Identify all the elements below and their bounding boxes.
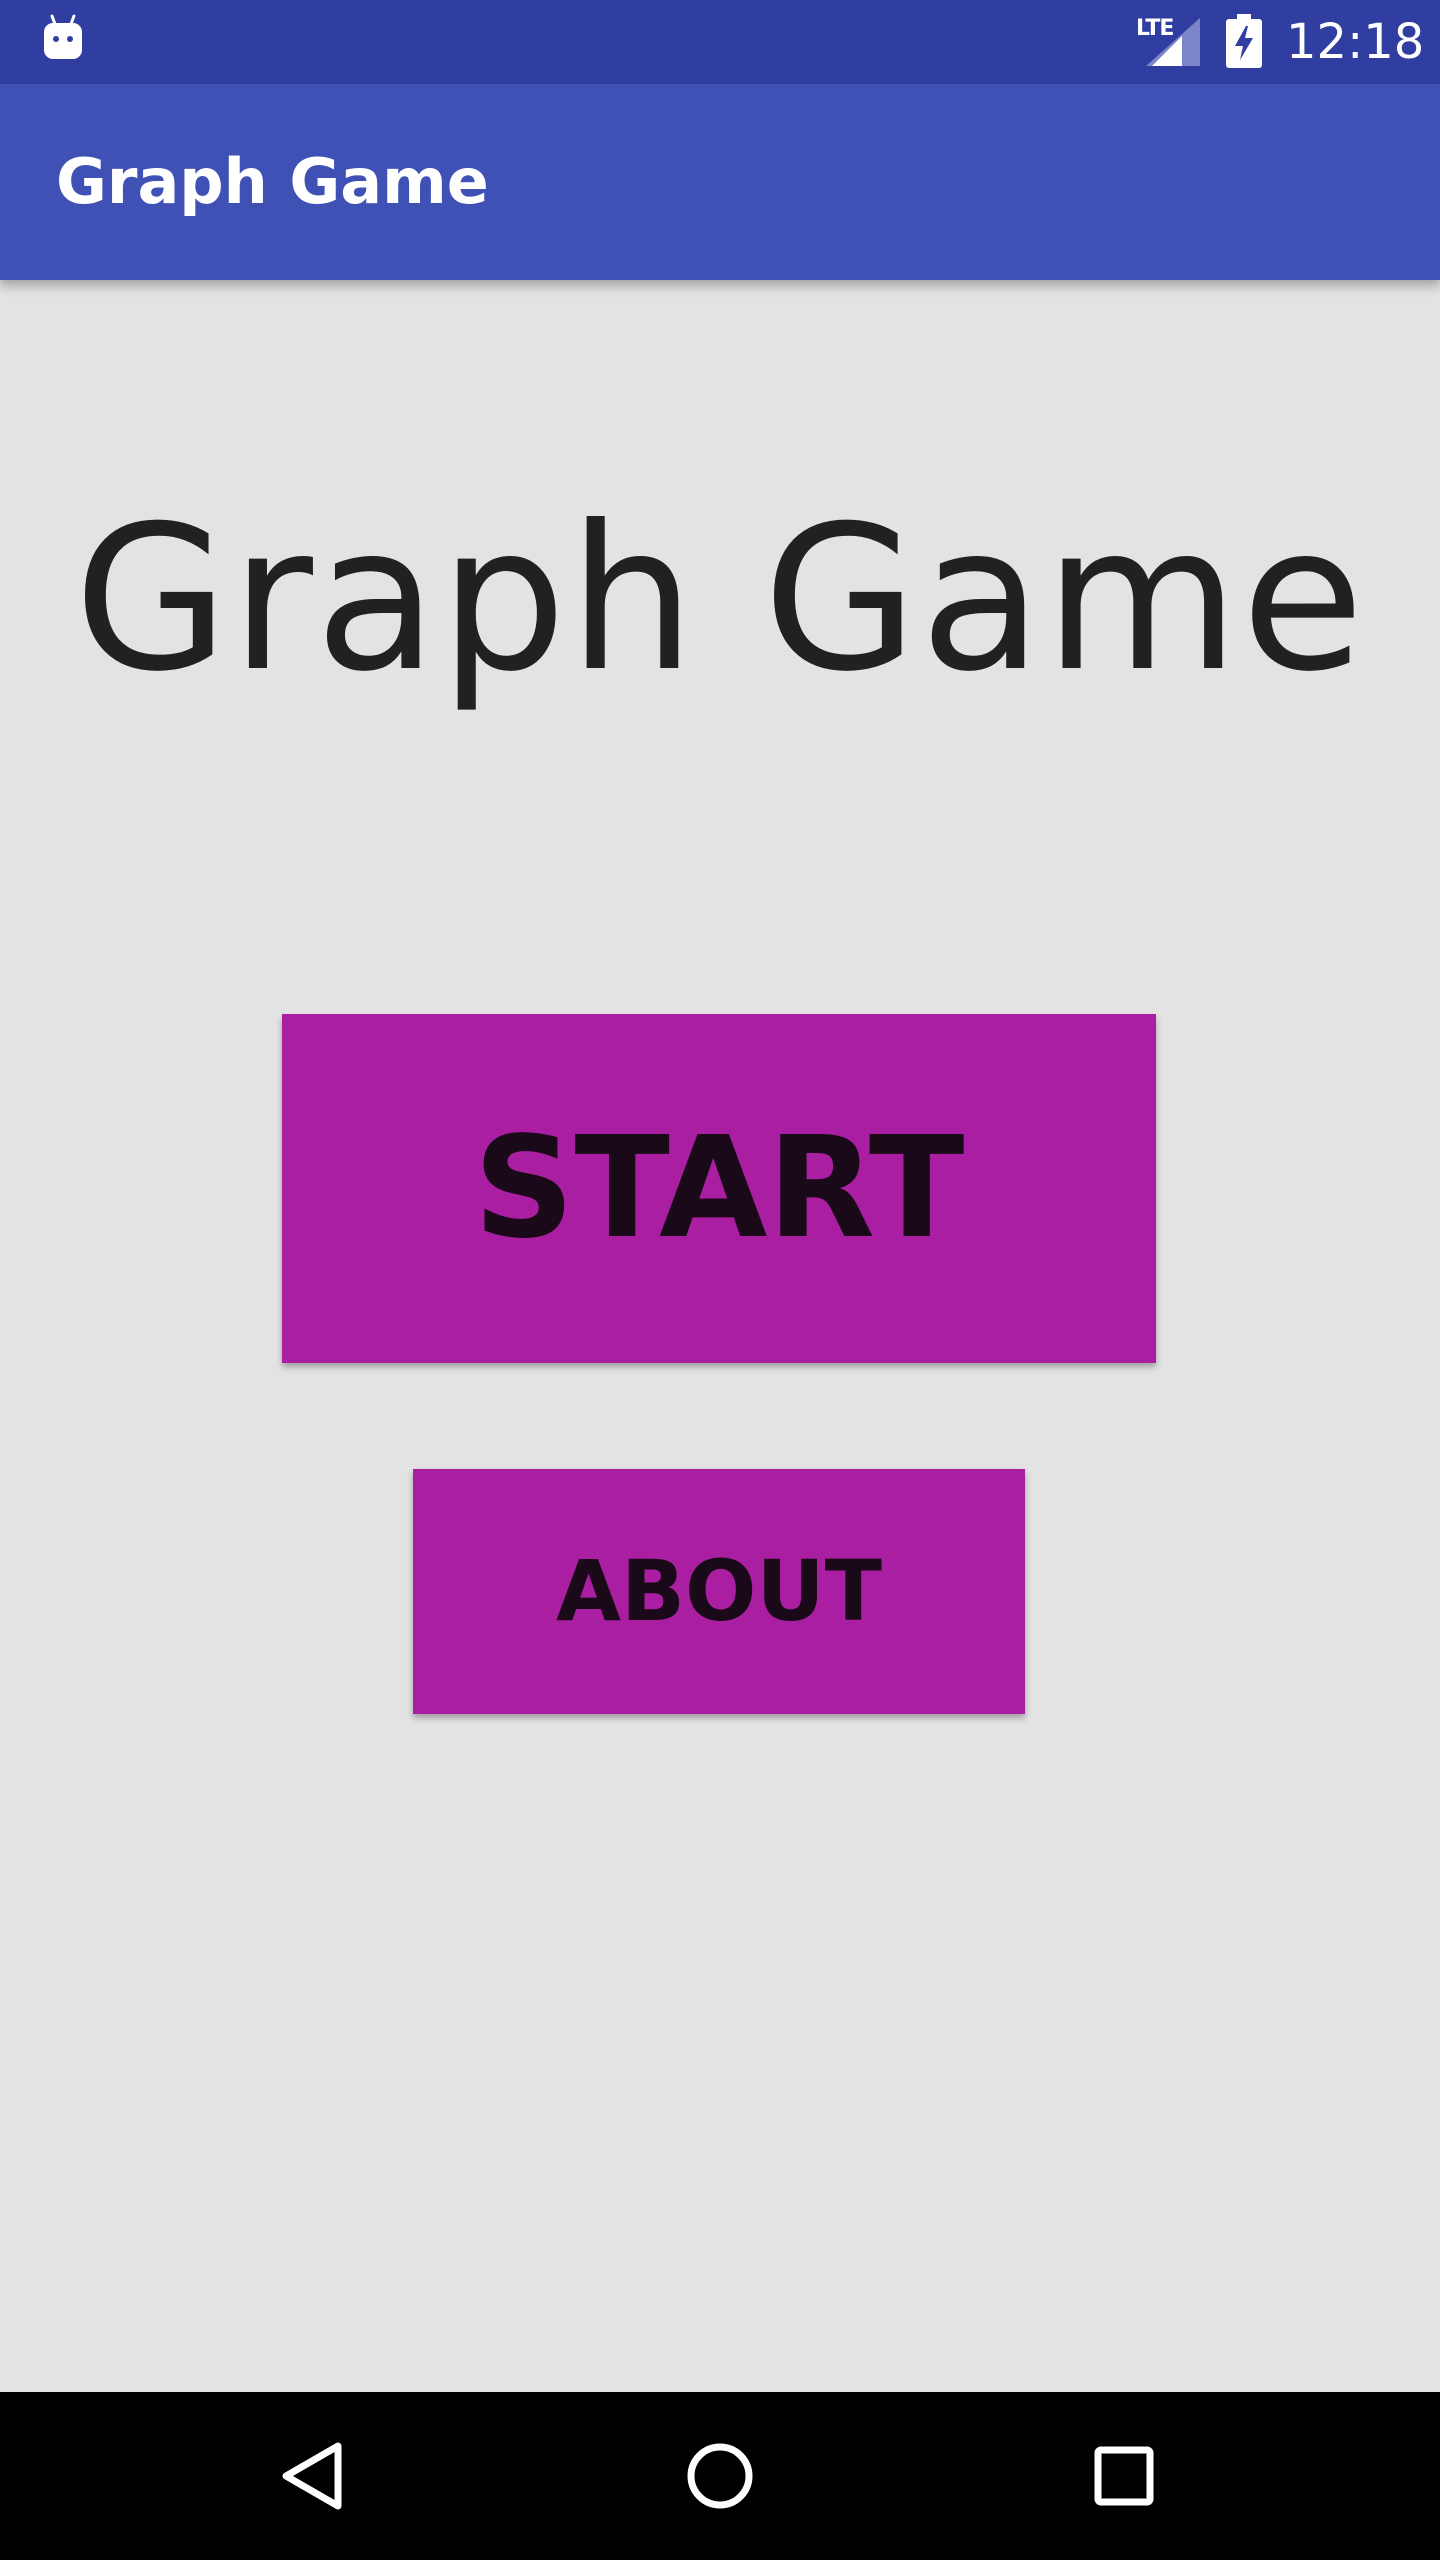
about-button[interactable]: ABOUT <box>413 1469 1025 1714</box>
signal-icon <box>1146 18 1200 66</box>
navigation-bar <box>0 2392 1440 2560</box>
battery-charging-icon <box>1226 14 1262 68</box>
status-bar: LTE 12:18 <box>0 0 1440 84</box>
status-time: 12:18 <box>1286 14 1425 70</box>
android-icon <box>44 14 82 59</box>
recents-icon[interactable] <box>1082 2434 1166 2518</box>
screen: LTE 12:18 Graph Game Graph Game START AB… <box>0 0 1440 2560</box>
app-bar-title: Graph Game <box>56 145 489 218</box>
app-bar: Graph Game <box>0 84 1440 280</box>
home-icon[interactable] <box>678 2434 762 2518</box>
start-button[interactable]: START <box>282 1014 1156 1363</box>
back-icon[interactable] <box>272 2434 356 2518</box>
page-title: Graph Game <box>73 483 1367 716</box>
